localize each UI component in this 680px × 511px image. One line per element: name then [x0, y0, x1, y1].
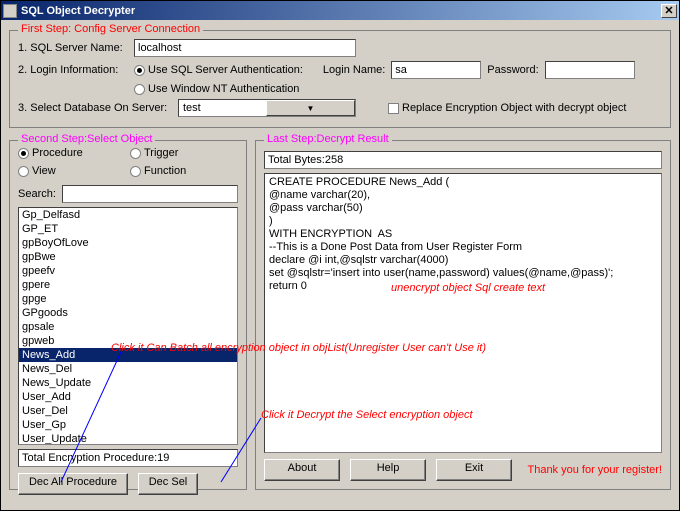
- list-item[interactable]: User_Gp: [19, 418, 237, 432]
- database-select[interactable]: test ▼: [178, 99, 356, 117]
- list-item[interactable]: GPgoods: [19, 306, 237, 320]
- sql-auth-radio[interactable]: Use SQL Server Authentication:: [134, 64, 303, 76]
- about-button[interactable]: About: [264, 459, 340, 481]
- view-radio[interactable]: View: [18, 165, 126, 177]
- app-icon: [3, 4, 17, 18]
- list-item[interactable]: User_Update: [19, 432, 237, 445]
- search-label: Search:: [18, 188, 56, 200]
- list-item[interactable]: User_Del: [19, 404, 237, 418]
- window-title: SQL Object Decrypter: [21, 5, 661, 17]
- login-name-label: Login Name:: [323, 64, 385, 76]
- exit-button[interactable]: Exit: [436, 459, 512, 481]
- list-item[interactable]: GP_ET: [19, 222, 237, 236]
- total-bytes: Total Bytes:258: [264, 151, 662, 169]
- help-button[interactable]: Help: [350, 459, 426, 481]
- login-name-input[interactable]: [391, 61, 481, 79]
- function-radio[interactable]: Function: [130, 165, 238, 177]
- password-input[interactable]: [545, 61, 635, 79]
- object-list[interactable]: Gp_DelfasdGP_ETgpBoyOfLovegpBwegpeefvgpe…: [18, 207, 238, 445]
- procedure-radio[interactable]: Procedure: [18, 147, 126, 159]
- list-item[interactable]: News_Update: [19, 376, 237, 390]
- total-count: Total Encryption Procedure:19: [18, 449, 238, 467]
- list-item[interactable]: gpBwe: [19, 250, 237, 264]
- list-item[interactable]: gpge: [19, 292, 237, 306]
- select-db-label: 3. Select Database On Server:: [18, 102, 172, 114]
- second-step-group: Second Step:Select Object Procedure Trig…: [9, 140, 247, 490]
- last-step-legend: Last Step:Decrypt Result: [264, 133, 392, 145]
- list-item[interactable]: gpere: [19, 278, 237, 292]
- list-item[interactable]: gpBoyOfLove: [19, 236, 237, 250]
- close-button[interactable]: ✕: [661, 4, 677, 18]
- first-step-group: First Step: Config Server Connection 1. …: [9, 30, 671, 128]
- list-item[interactable]: User_Add: [19, 390, 237, 404]
- login-info-label: 2. Login Information:: [18, 64, 128, 76]
- chevron-down-icon: ▼: [266, 100, 355, 116]
- list-item[interactable]: gpeefv: [19, 264, 237, 278]
- second-step-legend: Second Step:Select Object: [18, 133, 155, 145]
- result-textarea[interactable]: CREATE PROCEDURE News_Add ( @name varcha…: [264, 173, 662, 453]
- replace-checkbox[interactable]: Replace Encryption Object with decrypt o…: [388, 102, 626, 114]
- trigger-radio[interactable]: Trigger: [130, 147, 238, 159]
- list-item[interactable]: News_Add: [19, 348, 237, 362]
- password-label: Password:: [487, 64, 538, 76]
- list-item[interactable]: Gp_Delfasd: [19, 208, 237, 222]
- list-item[interactable]: gpsale: [19, 320, 237, 334]
- server-name-input[interactable]: [134, 39, 356, 57]
- server-name-label: 1. SQL Server Name:: [18, 42, 128, 54]
- dec-sel-button[interactable]: Dec Sel: [138, 473, 198, 495]
- nt-auth-radio[interactable]: Use Window NT Authentication: [134, 83, 299, 95]
- first-step-legend: First Step: Config Server Connection: [18, 23, 203, 35]
- last-step-group: Last Step:Decrypt Result Total Bytes:258…: [255, 140, 671, 490]
- thank-you-label: Thank you for your register!: [527, 464, 662, 476]
- dec-all-button[interactable]: Dec All Procedure: [18, 473, 128, 495]
- list-item[interactable]: gpweb: [19, 334, 237, 348]
- search-input[interactable]: [62, 185, 238, 203]
- list-item[interactable]: News_Del: [19, 362, 237, 376]
